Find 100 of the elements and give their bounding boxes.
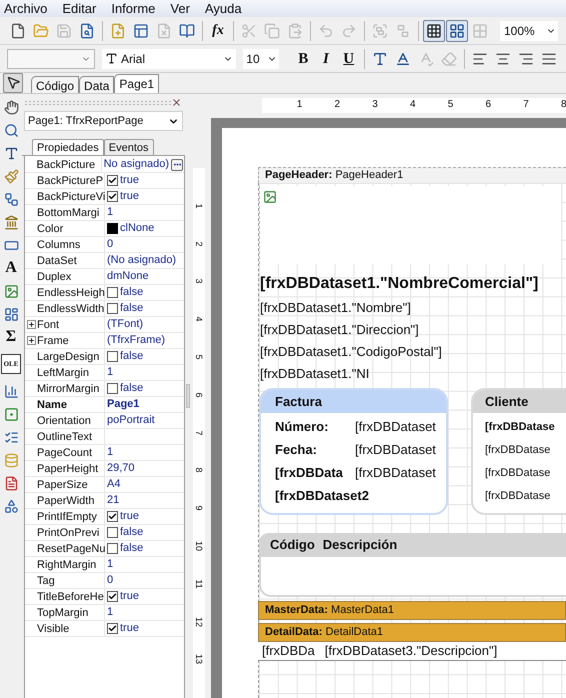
property-value: 21 [107, 493, 120, 508]
ruler-number: 4 [194, 316, 204, 324]
property-value: No asignado) [104, 157, 169, 172]
format-button[interactable]: I [316, 48, 336, 70]
property-name: BackPicture [36, 157, 102, 172]
property-name: Orientation [37, 413, 105, 428]
ruler-number: 5 [194, 353, 204, 362]
band-title: DetailData: DetailData1 [265, 625, 384, 640]
design-tab[interactable]: Data [79, 76, 114, 93]
property-name: OutlineText [37, 429, 105, 444]
column-header: Descripción [322, 536, 398, 554]
ruler-number: 12 [194, 616, 204, 628]
data-field: [frxDBDataset1."NI [260, 363, 538, 385]
design-tab[interactable]: Page1 [114, 74, 160, 93]
property-value: false [120, 285, 144, 300]
property-name: PrintIfEmpty [37, 509, 105, 524]
property-name: EndlessWidth [37, 301, 105, 316]
inspector-tab[interactable]: Propiedades [32, 139, 104, 155]
column-header: Código [270, 536, 315, 554]
property-value: (TFont) [107, 317, 144, 332]
property-value: clNone [120, 221, 156, 236]
zoom-combo[interactable]: 100% [500, 20, 558, 40]
property-name: TopMargin [37, 605, 105, 620]
data-field: [frxDBDataset [355, 464, 436, 482]
data-field: [frxDBDataset3."Descripcion"] [324, 641, 498, 661]
property-name: TitleBeforeHe [37, 589, 105, 604]
ruler-number: 5 [448, 99, 454, 111]
property-value: Page1 [107, 397, 140, 412]
property-name: Frame [37, 333, 105, 348]
property-name: Name [37, 397, 105, 412]
data-field: [frxDBDataset1."Nombre"] [260, 297, 538, 319]
property-value: 1 [107, 445, 114, 460]
property-value: false [120, 525, 144, 540]
format-button[interactable]: U [338, 48, 360, 70]
data-field: [frxDBDatase [485, 464, 550, 482]
data-field: [frxDBData [275, 464, 355, 482]
format-button[interactable]: B [292, 48, 314, 70]
property-name: LargeDesign [37, 349, 105, 364]
ruler-number: 3 [194, 278, 204, 286]
ruler-number: 3 [372, 99, 378, 111]
tool-button[interactable]: Σ [1, 327, 21, 347]
object-selector[interactable]: Page1: TfrxReportPage [24, 111, 183, 131]
ruler-number: 8 [561, 99, 566, 111]
property-name: MirrorMargin [37, 381, 105, 396]
property-name: BottomMargi [37, 205, 105, 220]
property-name: RightMargin [37, 557, 105, 572]
property-value: (No asignado) [107, 253, 178, 268]
data-field: [frxDBDatase [485, 486, 550, 504]
property-name: Visible [37, 621, 105, 636]
property-name: DataSet [37, 253, 105, 268]
property-value: 29,70 [107, 461, 136, 476]
property-name: PaperSize [37, 477, 105, 492]
band-title: PageHeader: PageHeader1 [265, 168, 404, 184]
ruler-number: 2 [194, 240, 204, 248]
property-name: Columns [37, 237, 105, 252]
menu-item[interactable]: Ayuda [204, 0, 242, 17]
property-value: false [120, 301, 144, 316]
property-name: PrintOnPrevi [37, 525, 105, 540]
menu-item[interactable]: Informe [111, 0, 156, 17]
ruler-number: 10 [194, 540, 204, 552]
function-button[interactable]: fx [207, 20, 229, 42]
inspector-tab[interactable]: Eventos [104, 139, 154, 155]
ruler-number: 1 [296, 99, 302, 111]
data-field: Número: [275, 418, 355, 436]
property-value: false [120, 381, 144, 396]
font-combo[interactable]: Arial [102, 48, 236, 68]
property-value: 1 [107, 605, 114, 620]
menu-item[interactable]: Ver [170, 0, 190, 17]
ruler-number: 1 [194, 202, 204, 210]
property-name: BackPictureP [37, 173, 105, 188]
data-field: [frxDBDataset2 [275, 486, 369, 504]
property-value: false [120, 349, 144, 364]
property-value: true [120, 589, 140, 604]
data-field: [frxDBDatase [485, 440, 550, 458]
menu-item[interactable]: Editar [62, 0, 96, 17]
design-tab[interactable]: Código [31, 76, 80, 93]
tool-button[interactable]: A [1, 258, 21, 278]
size-combo[interactable]: 10 [243, 48, 280, 68]
ruler-number: 2 [334, 99, 340, 111]
ruler-number: 9 [194, 504, 204, 513]
data-field: [frxDBDataset1."Direccion"] [260, 319, 538, 341]
property-value: (TfrxFrame) [107, 333, 166, 348]
ruler-number: 6 [486, 99, 492, 111]
property-name: EndlessHeigh [37, 285, 105, 300]
property-name: ResetPageNu [37, 541, 105, 556]
property-value: 1 [107, 365, 114, 380]
property-value: true [120, 189, 140, 204]
property-value: A4 [107, 477, 122, 492]
band-title: MasterData: MasterData1 [265, 603, 394, 618]
data-field: [frxDBDataset1."NombreComercial"] [260, 272, 538, 296]
property-name: Tag [37, 573, 105, 588]
property-value: poPortrait [107, 413, 156, 428]
property-value: true [120, 173, 140, 188]
data-field: Fecha: [275, 440, 355, 458]
data-field: [frxDBDataset [355, 418, 436, 436]
property-value: true [120, 509, 140, 524]
ruler-number: 6 [194, 391, 204, 400]
ruler-number: 11 [194, 578, 204, 590]
data-field: [frxDBDatase [485, 418, 555, 436]
menu-item[interactable]: Archivo [4, 0, 48, 17]
